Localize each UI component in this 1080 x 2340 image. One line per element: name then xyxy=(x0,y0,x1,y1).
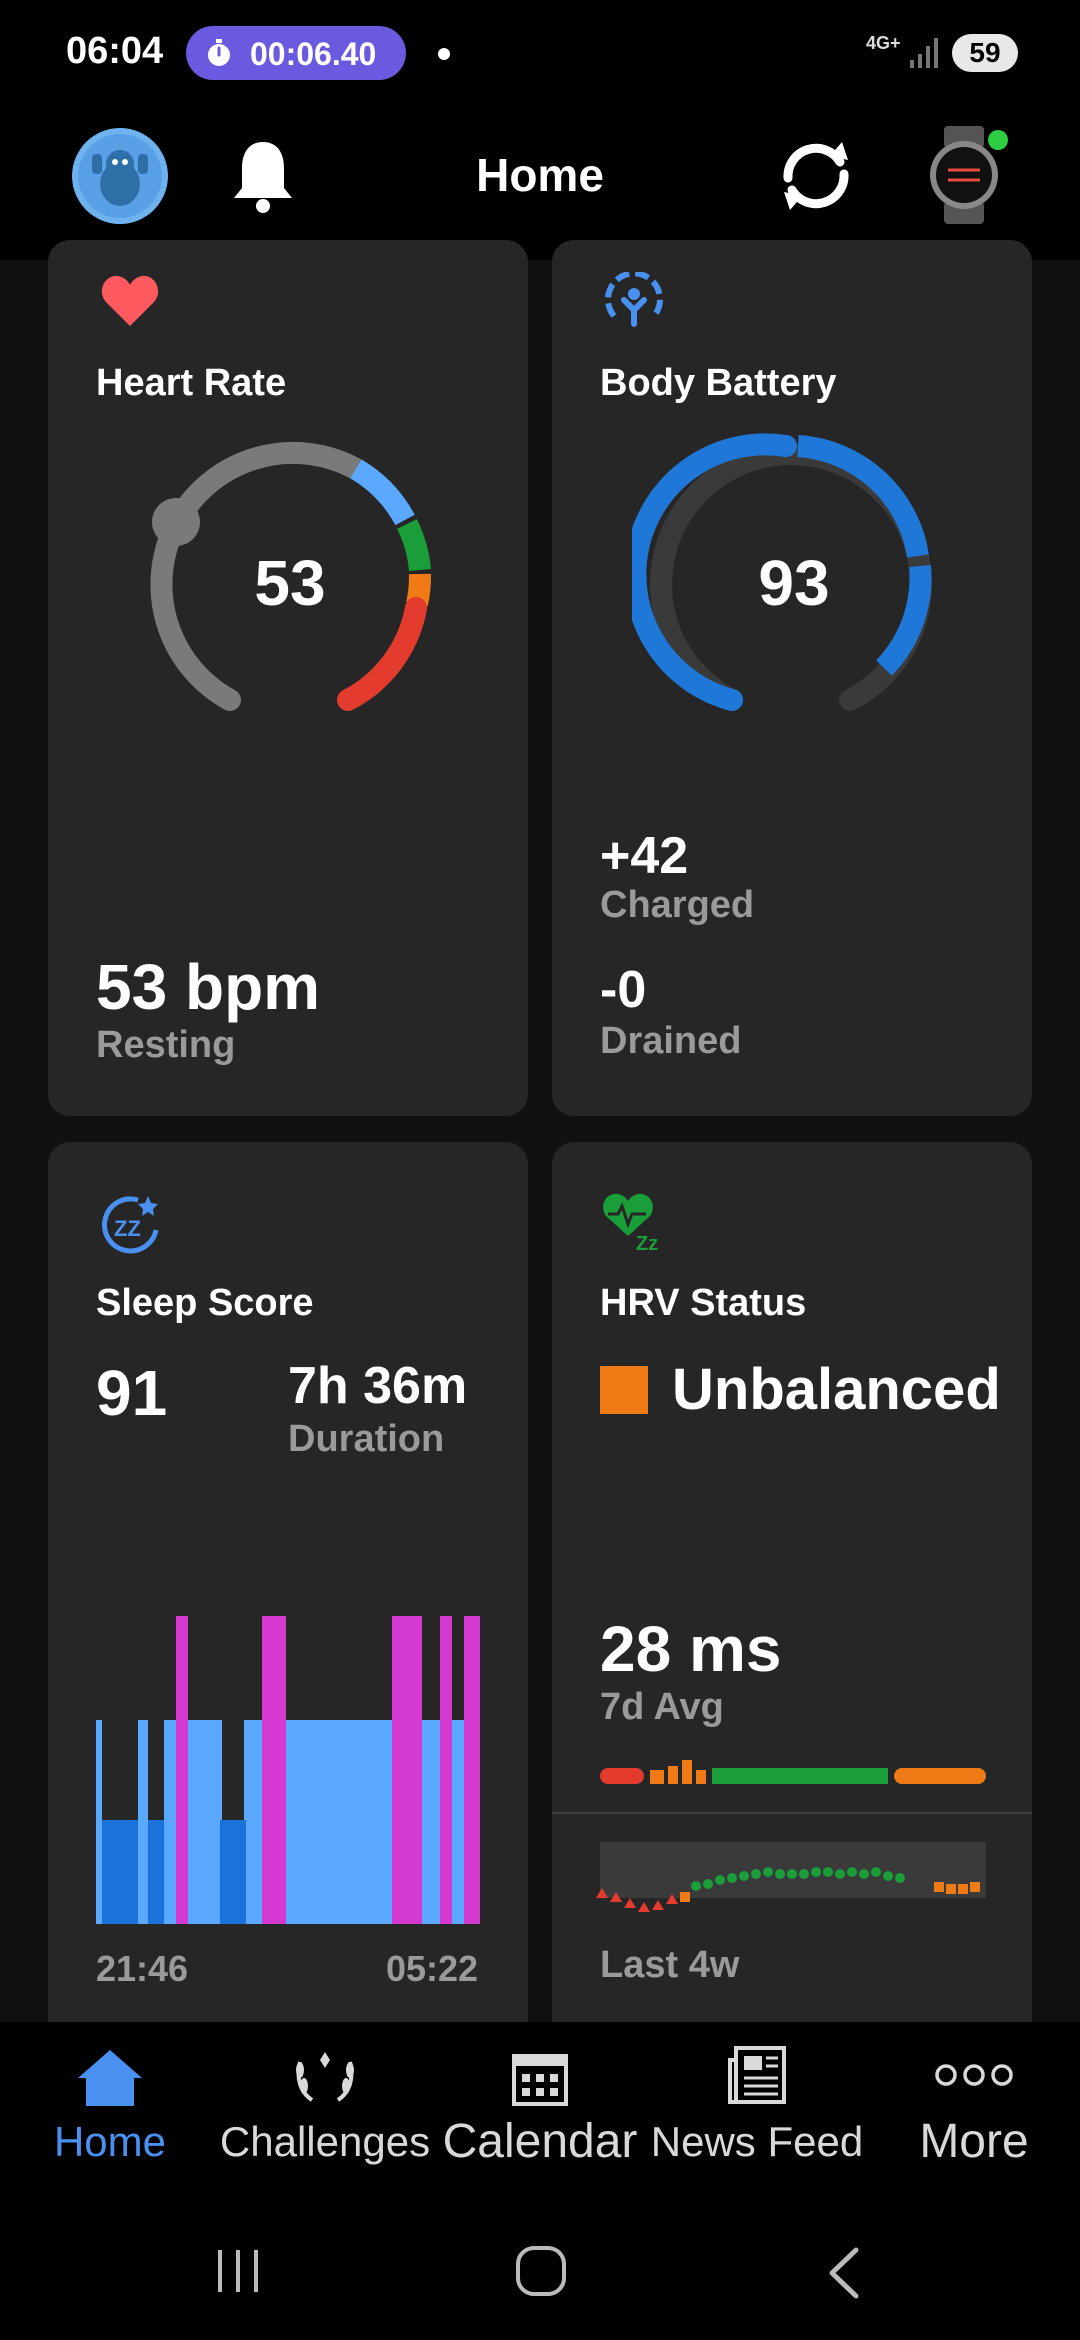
sleep-start-time: 21:46 xyxy=(96,1948,189,1989)
nav-home-label: Home xyxy=(53,2118,167,2165)
sleep-stages-chart xyxy=(96,1616,480,1924)
more-icon xyxy=(935,2064,1013,2086)
timer-text: 00:06.40 xyxy=(250,36,377,72)
nav-calendar[interactable]: Calendar xyxy=(440,2040,640,2190)
nav-challenges-label: Challenges xyxy=(219,2118,431,2165)
hrv-status-value: Unbalanced xyxy=(672,1357,1001,1422)
nav-challenges[interactable]: Challenges xyxy=(214,2040,436,2190)
hrv-status-indicator xyxy=(600,1366,648,1414)
home-button-icon[interactable] xyxy=(514,2244,568,2298)
sleep-duration-label: Duration xyxy=(288,1418,445,1460)
hrv-range-label: Last 4w xyxy=(600,1944,740,1986)
battery-indicator: 59 xyxy=(952,34,1018,72)
recent-apps-icon[interactable] xyxy=(214,2246,264,2296)
signal-icon xyxy=(910,38,938,68)
hrv-trend-chart xyxy=(596,1842,986,1912)
body-battery-icon xyxy=(605,272,663,327)
sync-icon[interactable] xyxy=(774,138,858,214)
laurel-icon xyxy=(296,2052,354,2102)
page-title: Home xyxy=(476,149,604,201)
sleep-end-time: 05:22 xyxy=(386,1948,479,1989)
status-time: 06:04 xyxy=(66,30,164,72)
network-indicator: 4G+ xyxy=(866,33,901,53)
nav-calendar-label: Calendar xyxy=(442,2115,638,2168)
svg-text:ZZ: ZZ xyxy=(114,1216,141,1241)
charged-label: Charged xyxy=(600,884,755,926)
nav-home[interactable]: Home xyxy=(20,2040,200,2190)
hrv-baseline-bar xyxy=(600,1760,986,1784)
sleep-duration-value: 7h 36m xyxy=(288,1357,468,1415)
drained-label: Drained xyxy=(600,1020,742,1062)
resting-heart-rate-label: Resting xyxy=(96,1024,236,1066)
hrv-heart-icon: Zz xyxy=(603,1193,658,1254)
body-battery-gauge-value: 93 xyxy=(758,547,830,619)
sleep-score-title: Sleep Score xyxy=(96,1282,314,1324)
stopwatch-icon xyxy=(208,39,230,66)
calendar-icon xyxy=(512,2054,568,2106)
hrv-average-label: 7d Avg xyxy=(600,1686,724,1728)
body-battery-title: Body Battery xyxy=(600,362,837,404)
svg-text:Zz: Zz xyxy=(636,1233,658,1254)
nav-news-feed[interactable]: News Feed xyxy=(646,2040,868,2190)
watch-device-icon[interactable] xyxy=(920,124,1012,226)
heart-rate-gauge-value: 53 xyxy=(254,547,326,619)
nav-news-feed-label: News Feed xyxy=(650,2118,864,2165)
heart-icon xyxy=(101,275,159,326)
nav-more-label: More xyxy=(919,2115,1029,2168)
hrv-average-value: 28 ms xyxy=(600,1613,782,1685)
notification-dot xyxy=(438,48,450,60)
nav-more[interactable]: More xyxy=(884,2040,1064,2190)
sleep-icon: ZZ xyxy=(102,1196,159,1254)
sleep-score-value: 91 xyxy=(96,1357,168,1429)
home-icon xyxy=(78,2050,142,2106)
newspaper-icon xyxy=(728,2046,786,2104)
resting-heart-rate-value: 53 bpm xyxy=(96,951,321,1023)
hrv-status-title: HRV Status xyxy=(600,1282,807,1324)
charged-value: +42 xyxy=(600,827,689,885)
heart-rate-title: Heart Rate xyxy=(96,362,287,404)
drained-value: -0 xyxy=(600,961,647,1019)
back-icon[interactable] xyxy=(824,2246,864,2300)
card-divider xyxy=(552,1812,1032,1814)
